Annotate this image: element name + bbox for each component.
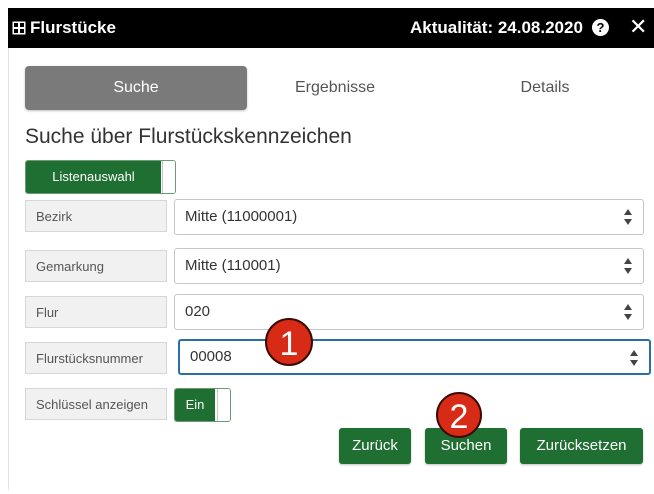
show-key-label: Schlüssel anzeigen	[25, 388, 167, 420]
flurstuecksnummer-select[interactable]: 00008	[178, 339, 651, 375]
sort-arrows-icon	[623, 208, 633, 226]
gemarkung-select[interactable]: Mitte (110001)	[174, 248, 644, 284]
bezirk-label: Bezirk	[25, 200, 167, 232]
reset-button[interactable]: Zurücksetzen	[520, 428, 643, 464]
show-key-toggle[interactable]: Ein	[174, 388, 231, 422]
help-icon[interactable]: ?	[592, 19, 609, 36]
flur-label: Flur	[25, 296, 167, 328]
tab-ergebnisse[interactable]: Ergebnisse	[250, 66, 420, 110]
flur-value: 020	[185, 303, 211, 320]
tab-suche[interactable]: Suche	[25, 66, 247, 110]
gemarkung-label: Gemarkung	[25, 250, 167, 282]
page-title: Suche über Flurstückskennzeichen	[25, 125, 352, 148]
bezirk-value: Mitte (11000001)	[185, 208, 298, 225]
table-icon	[12, 21, 26, 40]
bezirk-select[interactable]: Mitte (11000001)	[174, 199, 644, 235]
gemarkung-value: Mitte (110001)	[185, 257, 281, 274]
actuality-date: Aktualität: 24.08.2020	[410, 18, 583, 37]
sort-arrows-icon	[623, 303, 633, 321]
step-marker-2: 2	[436, 392, 482, 438]
step-marker-1: 1	[265, 318, 313, 366]
list-selection-label: Listenauswahl	[26, 161, 161, 193]
sort-arrows-icon	[629, 349, 639, 367]
show-key-value: Ein	[175, 389, 215, 421]
window-title: Flurstücke	[30, 18, 116, 37]
back-button[interactable]: Zurück	[339, 428, 411, 464]
flurstuecksnummer-label: Flurstücksnummer	[25, 342, 167, 374]
toggle-knob	[217, 389, 230, 421]
flur-select[interactable]: 020	[174, 294, 644, 330]
tab-details[interactable]: Details	[470, 66, 620, 110]
close-icon[interactable]: ✕	[629, 16, 647, 38]
flurstuecksnummer-value: 00008	[190, 348, 232, 365]
list-selection-toggle[interactable]: Listenauswahl	[25, 160, 176, 194]
toggle-knob	[162, 161, 175, 193]
sort-arrows-icon	[623, 257, 633, 275]
title-bar: Flurstücke Aktualität: 24.08.2020 ? ✕	[8, 8, 654, 48]
